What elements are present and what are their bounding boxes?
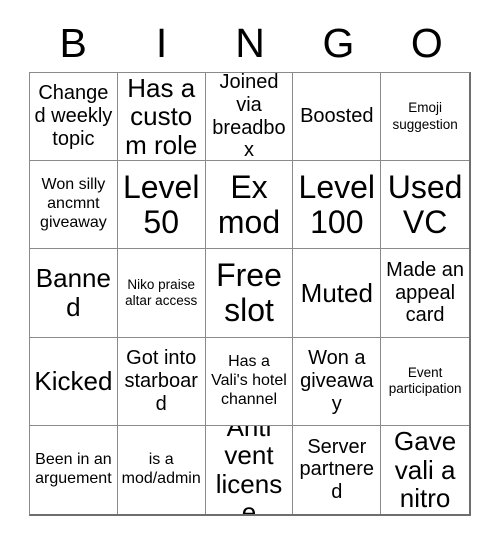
bingo-cell-label: Won silly ancmnt giveaway [40, 176, 107, 232]
bingo-cell-label: Free slot [216, 257, 282, 328]
bingo-card: B I N G O Changed weekly topic Has a cust… [0, 0, 500, 544]
bingo-cell[interactable]: Joined via breadbox [205, 73, 294, 162]
bingo-header-letter-o: O [410, 19, 443, 66]
bingo-cell[interactable]: Been in an arguement [30, 425, 118, 514]
bingo-cell-label: Boosted [300, 105, 374, 128]
bingo-cell[interactable]: Boosted [293, 73, 382, 162]
bingo-header-letter-i: I [155, 19, 168, 66]
bingo-cell-label: Been in an arguement [35, 451, 112, 487]
bingo-cell[interactable]: Free slot [205, 249, 294, 338]
bingo-cell-label: Used VC [387, 169, 463, 240]
bingo-cell-label: Got into starboard [124, 347, 198, 415]
bingo-cell-label: Muted [300, 277, 373, 308]
bingo-cell[interactable]: Server partnered [293, 425, 382, 514]
bingo-cell-label: Banned [35, 263, 111, 322]
bingo-grid: Changed weekly topic Has a custom role Joi… [29, 72, 471, 516]
bingo-cell[interactable]: Emoji suggestion [381, 73, 469, 162]
bingo-cell-label: Anti vent license [215, 425, 283, 514]
bingo-cell-label: Level 50 [122, 169, 200, 240]
bingo-cell[interactable]: Muted [293, 249, 382, 338]
bingo-cell-label: Niko praise altar access [125, 276, 198, 308]
bingo-cell[interactable]: Won silly ancmnt giveaway [30, 161, 118, 250]
bingo-header-letter-g: G [322, 19, 355, 66]
bingo-cell-label: Joined via breadbox [212, 73, 286, 162]
bingo-cell-label: Gave vali a nitro [394, 426, 457, 514]
bingo-cell-label: Changed weekly topic [34, 82, 113, 150]
bingo-cell[interactable]: Changed weekly topic [30, 73, 118, 162]
bingo-cell-label: Won a giveaway [300, 347, 374, 415]
bingo-cell[interactable]: Event participation [381, 337, 469, 426]
bingo-cell-label: Ex mod [217, 169, 281, 240]
bingo-cell[interactable]: Level 100 [293, 161, 382, 250]
bingo-cell[interactable]: Won a giveaway [293, 337, 382, 426]
bingo-header-row: B I N G O [29, 14, 471, 72]
bingo-cell-label: Has a custom role [125, 73, 198, 160]
bingo-cell-label: Kicked [34, 365, 113, 396]
bingo-cell-label: Server partnered [299, 435, 375, 504]
bingo-cell-label: Emoji suggestion [392, 100, 458, 132]
bingo-header-letter-n: N [235, 19, 265, 66]
bingo-cell[interactable]: Has a Vali's hotel channel [205, 337, 294, 426]
bingo-cell[interactable]: is a mod/admin [117, 425, 206, 514]
bingo-cell-label: Event participation [388, 364, 462, 397]
bingo-cell[interactable]: Gave vali a nitro [381, 425, 469, 514]
bingo-cell-label: Level 100 [298, 169, 376, 240]
bingo-header-letter-b: B [59, 19, 87, 66]
bingo-cell[interactable]: Banned [30, 249, 118, 338]
bingo-cell[interactable]: Niko praise altar access [117, 249, 206, 338]
bingo-cell[interactable]: Kicked [30, 337, 118, 426]
bingo-cell[interactable]: Made an appeal card [381, 249, 469, 338]
bingo-cell[interactable]: Used VC [381, 161, 469, 250]
bingo-cell-label: Has a Vali's hotel channel [211, 352, 287, 408]
bingo-cell[interactable]: Got into starboard [117, 337, 206, 426]
bingo-cell-label: is a mod/admin [121, 451, 201, 487]
bingo-cell[interactable]: Ex mod [205, 161, 294, 250]
bingo-cell[interactable]: Anti vent license [205, 425, 294, 514]
bingo-cell-label: Made an appeal card [386, 258, 465, 327]
bingo-cell[interactable]: Level 50 [117, 161, 206, 250]
bingo-cell[interactable]: Has a custom role [117, 73, 206, 162]
